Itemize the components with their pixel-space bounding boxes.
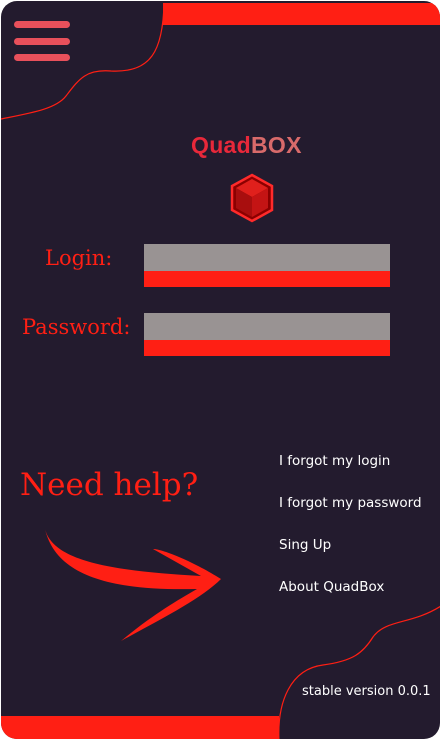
curved-arrow-icon	[45, 529, 221, 641]
need-help-heading: Need help?	[20, 467, 199, 503]
password-input-underline	[144, 340, 390, 356]
login-input-underline	[144, 271, 390, 287]
app-screen: QuadBOX Login: Password: Need help? I fo…	[1, 1, 440, 739]
logo-text-box: BOX	[250, 132, 302, 158]
cube-logo-icon	[230, 173, 274, 223]
login-label: Login:	[45, 246, 113, 270]
hamburger-menu-icon[interactable]	[14, 19, 70, 63]
menu-line	[14, 54, 70, 61]
menu-line	[14, 38, 70, 45]
forgot-login-link[interactable]: I forgot my login	[279, 453, 422, 495]
app-logo: QuadBOX	[191, 132, 302, 159]
forgot-password-link[interactable]: I forgot my password	[279, 495, 422, 537]
help-links: I forgot my login I forgot my password S…	[279, 453, 422, 621]
password-input[interactable]	[144, 313, 390, 340]
password-label: Password:	[22, 315, 131, 339]
decorative-curves	[1, 2, 440, 739]
version-label: stable version 0.0.1	[302, 684, 431, 699]
login-field-group	[144, 244, 390, 287]
login-input[interactable]	[144, 244, 390, 271]
menu-line	[14, 21, 70, 28]
about-link[interactable]: About QuadBox	[279, 579, 422, 621]
top-accent-bar	[163, 3, 440, 25]
password-field-group	[144, 313, 390, 356]
logo-text-quad: Quad	[191, 132, 251, 158]
bottom-accent-bar	[1, 716, 279, 739]
sign-up-link[interactable]: Sing Up	[279, 537, 422, 579]
